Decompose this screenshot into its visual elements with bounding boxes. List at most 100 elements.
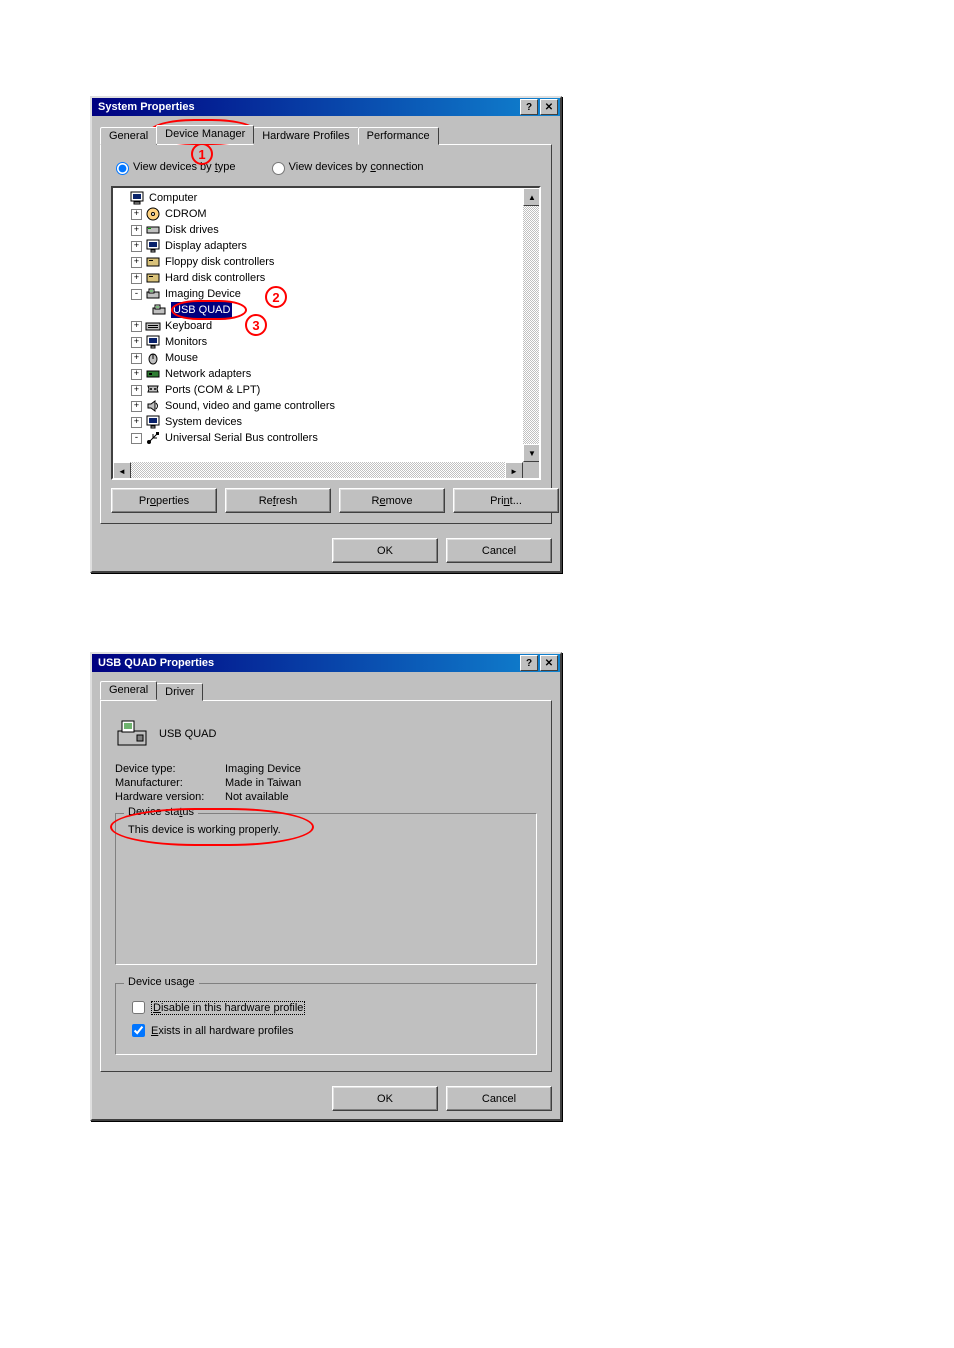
collapse-icon[interactable]: - [131, 433, 142, 444]
expand-icon[interactable]: + [131, 385, 142, 396]
device-usage-group: Device usage Disable in this hardware pr… [115, 983, 537, 1055]
port-icon [145, 382, 161, 398]
vertical-scrollbar[interactable]: ▲ ▼ [523, 188, 539, 462]
tree-node-disk-drives[interactable]: + Disk drives [117, 222, 539, 238]
tree-node-imaging-device[interactable]: - Imaging Device [117, 286, 539, 302]
scroll-left-icon[interactable]: ◄ [113, 462, 131, 480]
scroll-right-icon[interactable]: ► [505, 462, 523, 480]
tabstrip: General Driver [100, 680, 552, 700]
properties-button[interactable]: Properties [111, 488, 217, 513]
expand-icon[interactable]: + [131, 225, 142, 236]
help-button[interactable]: ? [520, 655, 538, 671]
general-panel: USB QUAD Device type: Imaging Device Man… [100, 700, 552, 1072]
cdrom-icon [145, 206, 161, 222]
titlebar[interactable]: System Properties ? ✕ [92, 98, 560, 116]
exists-all-profiles-label: Exists in all hardware profiles [151, 1025, 293, 1037]
remove-button[interactable]: Remove [339, 488, 445, 513]
device-status-text: This device is working properly. [128, 824, 526, 836]
scroll-up-icon[interactable]: ▲ [523, 188, 541, 206]
radio-view-by-connection-input[interactable] [272, 162, 285, 175]
close-button[interactable]: ✕ [540, 655, 558, 671]
horizontal-scrollbar[interactable]: ◄ ► [113, 462, 523, 478]
expand-icon[interactable]: + [131, 273, 142, 284]
expand-icon[interactable]: + [131, 369, 142, 380]
dialog-title: USB QUAD Properties [94, 657, 518, 669]
disk-icon [145, 222, 161, 238]
collapse-icon[interactable]: - [131, 289, 142, 300]
imaging-icon [151, 302, 167, 318]
dialog-title: System Properties [94, 101, 518, 113]
close-button[interactable]: ✕ [540, 99, 558, 115]
tab-general[interactable]: General [100, 127, 157, 145]
system-properties-dialog: System Properties ? ✕ General Device Man… [90, 96, 562, 573]
keyboard-icon [145, 318, 161, 334]
radio-view-by-connection[interactable]: View devices by connection [267, 159, 424, 175]
tab-device-manager[interactable]: Device Manager [156, 125, 254, 144]
display-icon [145, 238, 161, 254]
disable-in-profile-label: Disable in this hardware profile [151, 1001, 305, 1015]
tree-node-cdrom[interactable]: + CDROM [117, 206, 539, 222]
device-status-group: Device status This device is working pro… [115, 813, 537, 965]
tree-node-system-devices[interactable]: + System devices [117, 414, 539, 430]
expand-icon[interactable]: + [131, 401, 142, 412]
tree-node-computer[interactable]: Computer [117, 190, 539, 206]
tree-node-mouse[interactable]: + Mouse [117, 350, 539, 366]
ok-button[interactable]: OK [332, 538, 438, 563]
imaging-icon [145, 286, 161, 302]
help-button[interactable]: ? [520, 99, 538, 115]
expand-icon[interactable]: + [131, 209, 142, 220]
hardware-version-label: Hardware version: [115, 791, 225, 803]
controller-icon [145, 254, 161, 270]
device-status-legend: Device status [124, 806, 198, 818]
expand-icon[interactable]: + [131, 337, 142, 348]
tabstrip: General Device Manager Hardware Profiles… [100, 124, 552, 144]
tree-node-ports[interactable]: + Ports (COM & LPT) [117, 382, 539, 398]
tree-node-floppy-controllers[interactable]: + Floppy disk controllers [117, 254, 539, 270]
titlebar[interactable]: USB QUAD Properties ? ✕ [92, 654, 560, 672]
radio-view-by-type-input[interactable] [116, 162, 129, 175]
tab-general[interactable]: General [100, 681, 157, 700]
tree-node-hdd-controllers[interactable]: + Hard disk controllers [117, 270, 539, 286]
tree-node-sound[interactable]: + Sound, video and game controllers [117, 398, 539, 414]
exists-all-profiles-checkbox[interactable] [132, 1024, 145, 1037]
sound-icon [145, 398, 161, 414]
tree-node-keyboard[interactable]: + Keyboard [117, 318, 539, 334]
tab-hardware-profiles[interactable]: Hardware Profiles [253, 127, 358, 145]
device-type-value: Imaging Device [225, 763, 301, 775]
print-button[interactable]: Print... [453, 488, 559, 513]
tree-node-display-adapters[interactable]: + Display adapters [117, 238, 539, 254]
radio-view-by-type[interactable]: View devices by type [111, 159, 236, 175]
radio-label: View devices by type [133, 161, 236, 173]
expand-icon[interactable]: + [131, 417, 142, 428]
tree-node-monitors[interactable]: + Monitors [117, 334, 539, 350]
device-type-label: Device type: [115, 763, 225, 775]
usb-quad-properties-dialog: USB QUAD Properties ? ✕ General Driver U… [90, 652, 562, 1121]
cancel-button[interactable]: Cancel [446, 538, 552, 563]
tree-node-network-adapters[interactable]: + Network adapters [117, 366, 539, 382]
computer-icon [129, 190, 145, 206]
tree-node-usb-controllers[interactable]: - Universal Serial Bus controllers [117, 430, 539, 446]
disable-in-profile-checkbox[interactable] [132, 1001, 145, 1014]
expand-icon[interactable]: + [131, 321, 142, 332]
cancel-button[interactable]: Cancel [446, 1086, 552, 1111]
radio-label: View devices by connection [289, 161, 424, 173]
selected-node-label: USB QUAD [171, 302, 232, 318]
ok-button[interactable]: OK [332, 1086, 438, 1111]
scroll-down-icon[interactable]: ▼ [523, 444, 541, 462]
tab-driver[interactable]: Driver [156, 683, 203, 701]
device-name: USB QUAD [159, 728, 216, 740]
expand-icon[interactable]: + [131, 241, 142, 252]
refresh-button[interactable]: Refresh [225, 488, 331, 513]
expand-icon[interactable]: + [131, 353, 142, 364]
mouse-icon [145, 350, 161, 366]
tree-node-usb-quad[interactable]: USB QUAD [117, 302, 539, 318]
device-tree[interactable]: Computer + CDROM + Disk drives [111, 186, 541, 480]
device-large-icon [115, 717, 149, 751]
hardware-version-value: Not available [225, 791, 289, 803]
manufacturer-label: Manufacturer: [115, 777, 225, 789]
expand-icon[interactable]: + [131, 257, 142, 268]
tab-performance[interactable]: Performance [358, 127, 439, 145]
device-usage-legend: Device usage [124, 976, 199, 988]
usb-icon [145, 430, 161, 446]
network-icon [145, 366, 161, 382]
